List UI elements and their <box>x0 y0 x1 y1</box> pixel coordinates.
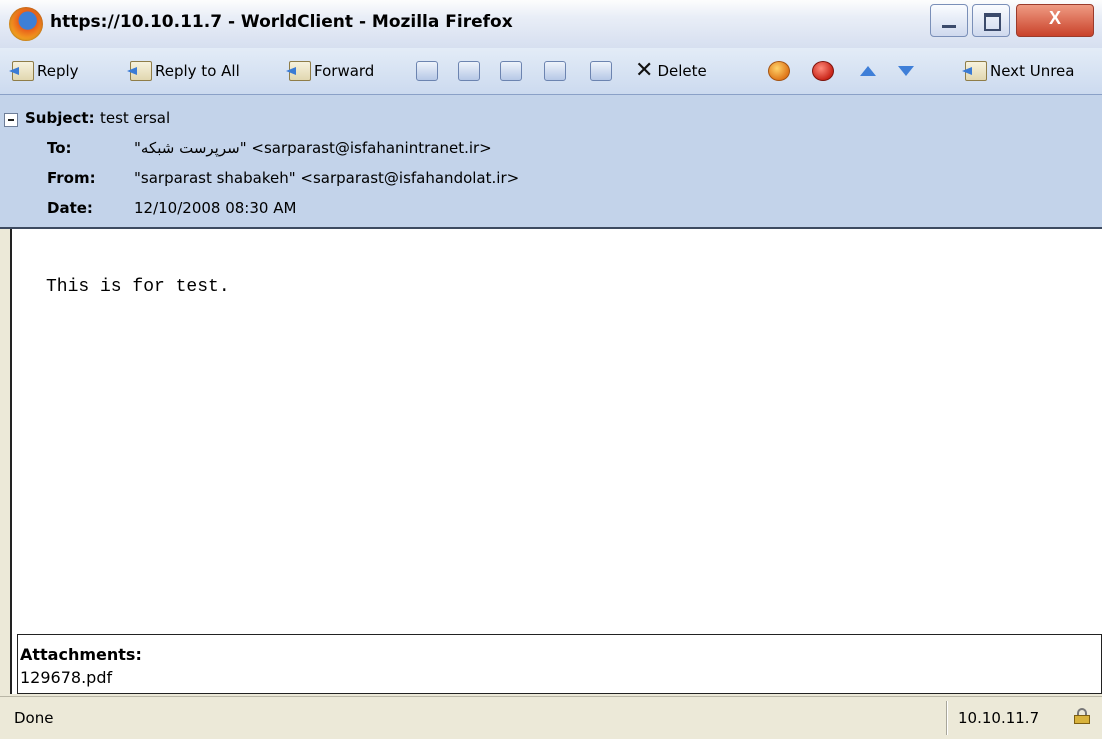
lock-icon[interactable] <box>1072 708 1092 724</box>
window-title: https://10.10.11.7 - WorldClient - Mozil… <box>50 12 513 32</box>
message-header: Subject: test ersal To: "سرپرست شبکه" <s… <box>0 95 1102 229</box>
block-icon <box>812 61 834 81</box>
block-sender-button[interactable] <box>812 59 837 83</box>
previous-message-button[interactable] <box>856 59 880 83</box>
attachments-panel: Attachments: 129678.pdf <box>17 634 1102 694</box>
folder-icon <box>544 61 566 81</box>
print-icon <box>458 61 480 81</box>
title-bar[interactable]: https://10.10.11.7 - WorldClient - Mozil… <box>0 0 1102 49</box>
minimize-button[interactable] <box>930 4 968 37</box>
address-book-button[interactable] <box>500 59 525 83</box>
close-button[interactable]: X <box>1016 4 1094 37</box>
firefox-logo-icon <box>9 7 43 41</box>
attachment-link[interactable]: 129678.pdf <box>20 668 112 687</box>
reply-all-label: Reply to All <box>155 62 240 80</box>
lock-body <box>1074 715 1090 724</box>
delete-label: Delete <box>657 62 707 80</box>
delete-button[interactable]: ✕ Delete <box>635 59 707 83</box>
reply-button[interactable]: Reply <box>12 59 79 83</box>
minimize-icon <box>942 25 956 28</box>
forward-icon <box>289 61 311 81</box>
subject-value: test ersal <box>100 109 171 127</box>
attachments-label: Attachments: <box>20 645 142 664</box>
collapse-header-icon[interactable] <box>4 113 18 127</box>
forward-label: Forward <box>314 62 375 80</box>
folder-button[interactable] <box>544 59 569 83</box>
arrow-up-icon <box>860 66 876 76</box>
move-button[interactable] <box>416 59 441 83</box>
reply-all-icon <box>130 61 152 81</box>
from-value: "sarparast shabakeh" <sarparast@isfahand… <box>134 169 520 187</box>
forward-button[interactable]: Forward <box>289 59 374 83</box>
next-unread-icon <box>965 61 987 81</box>
message-body[interactable]: This is for test. <box>10 229 1102 634</box>
move-icon <box>416 61 438 81</box>
attachments-frame <box>10 634 17 694</box>
view-source-icon <box>590 61 612 81</box>
message-body-text: This is for test. <box>46 277 230 297</box>
view-source-button[interactable] <box>590 59 615 83</box>
next-message-button[interactable] <box>894 59 918 83</box>
subject-label: Subject: <box>25 109 95 127</box>
next-unread-button[interactable]: Next Unrea <box>965 59 1074 83</box>
address-book-icon <box>500 61 522 81</box>
spam-icon <box>768 61 790 81</box>
to-label: To: <box>47 139 72 157</box>
from-label: From: <box>47 169 96 187</box>
next-unread-label: Next Unrea <box>990 62 1075 80</box>
date-label: Date: <box>47 199 93 217</box>
to-value: "سرپرست شبکه" <sarparast@isfahanintranet… <box>134 139 492 157</box>
status-host: 10.10.11.7 <box>958 709 1040 727</box>
status-divider <box>946 701 947 735</box>
arrow-down-icon <box>898 66 914 76</box>
close-icon: X <box>1048 8 1061 28</box>
maximize-icon <box>984 13 1001 31</box>
status-bar: Done 10.10.11.7 <box>0 696 1102 739</box>
print-button[interactable] <box>458 59 483 83</box>
maximize-button[interactable] <box>972 4 1010 37</box>
spam-button[interactable] <box>768 59 793 83</box>
message-toolbar: Reply Reply to All Forward ✕ Delete Next… <box>0 48 1102 95</box>
delete-x-icon: ✕ <box>635 58 654 83</box>
status-text: Done <box>14 709 54 727</box>
reply-label: Reply <box>37 62 79 80</box>
reply-icon <box>12 61 34 81</box>
reply-all-button[interactable]: Reply to All <box>130 59 240 83</box>
date-value: 12/10/2008 08:30 AM <box>134 199 297 217</box>
